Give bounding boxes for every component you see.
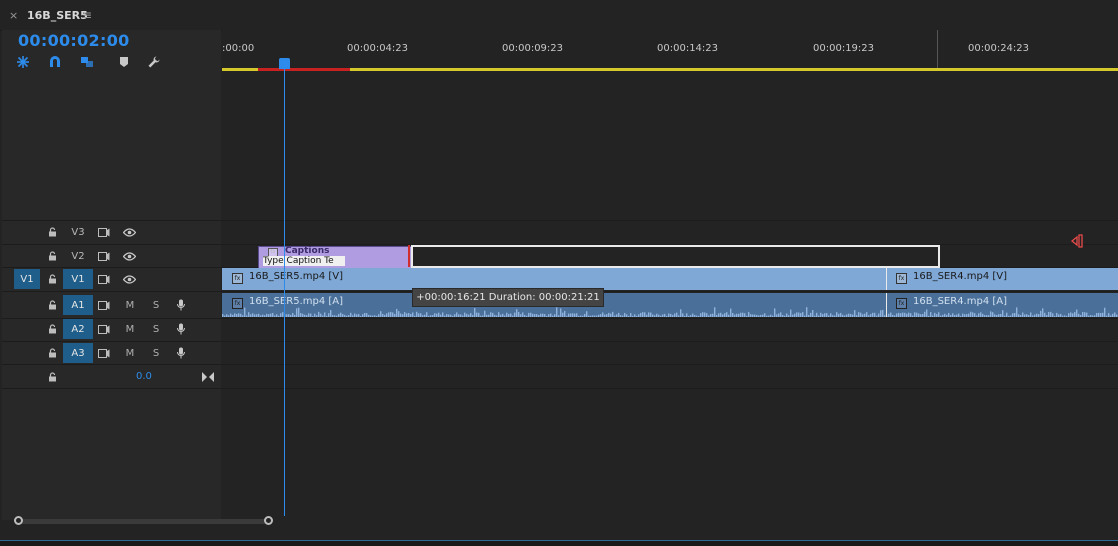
sync-lock-icon[interactable] — [96, 248, 112, 264]
lock-icon[interactable] — [46, 321, 58, 337]
track-header-v3: V3 — [2, 221, 221, 243]
close-icon[interactable]: × — [9, 9, 18, 22]
solo-button[interactable]: S — [149, 297, 163, 313]
video-clip-2[interactable]: fx 16B_SER4.mp4 [V] — [896, 271, 1007, 284]
fx-badge-icon: fx — [232, 273, 243, 284]
fx-badge-icon: fx — [896, 273, 907, 284]
mute-button[interactable]: M — [123, 345, 137, 361]
sync-lock-icon[interactable] — [96, 224, 112, 240]
wrench-settings-icon[interactable] — [145, 53, 163, 71]
eye-icon[interactable] — [121, 248, 137, 264]
track-header-a2: A2 M S — [2, 318, 221, 340]
track-header-master — [2, 366, 221, 388]
zoom-scrollbar-left-handle[interactable] — [14, 516, 23, 525]
zoom-scrollbar-right-handle[interactable] — [264, 516, 273, 525]
video-clip-1[interactable]: fx 16B_SER5.mp4 [V] — [232, 271, 343, 284]
lock-icon[interactable] — [46, 297, 58, 313]
trim-tooltip: +00:00:16:21 Duration: 00:00:21:21 — [412, 288, 604, 307]
track-target-v3[interactable]: V3 — [63, 222, 93, 242]
ruler-tick-label: 00:00:14:23 — [657, 43, 719, 54]
caption-text[interactable]: Type Caption Te — [263, 256, 345, 266]
lock-icon[interactable] — [46, 248, 58, 264]
trim-preview-outline — [411, 245, 940, 268]
solo-button[interactable]: S — [149, 321, 163, 337]
sequence-tab-title[interactable]: 16B_SER5 — [27, 9, 88, 22]
panel-menu-icon[interactable]: ≡ — [82, 8, 92, 22]
mute-button[interactable]: M — [123, 297, 137, 313]
lock-icon[interactable] — [46, 369, 58, 385]
playhead-handle[interactable] — [279, 58, 290, 69]
solo-button[interactable]: S — [149, 345, 163, 361]
zoom-scrollbar[interactable] — [18, 519, 270, 524]
track-header-v2: V2 — [2, 245, 221, 267]
master-volume-value[interactable]: 0.0 — [136, 371, 152, 382]
microphone-icon[interactable] — [174, 321, 188, 337]
ripple-trim-cursor-icon — [1070, 234, 1083, 248]
add-marker-icon[interactable] — [115, 53, 133, 71]
clip-edit-point[interactable] — [886, 293, 887, 317]
sync-lock-icon[interactable] — [96, 297, 112, 313]
fx-badge-icon: fx — [232, 298, 243, 309]
audio-clip-track: fx 16B_SER5.mp4 [A] fx 16B_SER4.mp4 [A] — [222, 293, 1118, 317]
go-to-end-icon[interactable] — [200, 369, 216, 385]
panel-bottom-border — [0, 540, 1118, 546]
audio-clip-2[interactable]: fx 16B_SER4.mp4 [A] — [896, 296, 1007, 309]
microphone-icon[interactable] — [174, 345, 188, 361]
eye-icon[interactable] — [121, 271, 137, 287]
ruler-tick-label: 00:00:04:23 — [347, 43, 409, 54]
sync-lock-icon[interactable] — [96, 271, 112, 287]
fx-badge-icon: fx — [896, 298, 907, 309]
track-divider — [2, 388, 1118, 389]
time-ruler[interactable]: :00:00 00:00:04:23 00:00:09:23 00:00:14:… — [222, 30, 1118, 72]
sequence-tab-bar: × 16B_SER5 ≡ — [0, 0, 1118, 31]
track-target-a3[interactable]: A3 — [63, 343, 93, 363]
ruler-end-marker — [937, 30, 938, 70]
video-clip-track: fx 16B_SER5.mp4 [V] fx 16B_SER4.mp4 [V] — [222, 268, 1118, 290]
track-header-v1: V1 V1 — [2, 268, 221, 290]
in-out-range-bar[interactable] — [258, 68, 350, 71]
ruler-tick-label: 00:00:09:23 — [502, 43, 564, 54]
track-target-a2[interactable]: A2 — [63, 319, 93, 339]
work-area-bar[interactable] — [222, 68, 1118, 71]
track-target-v2[interactable]: V2 — [63, 246, 93, 266]
track-divider — [2, 364, 1118, 365]
sync-lock-icon[interactable] — [96, 345, 112, 361]
ruler-tick-label: :00:00 — [222, 43, 255, 54]
lock-icon[interactable] — [46, 271, 58, 287]
lock-icon[interactable] — [46, 345, 58, 361]
mute-button[interactable]: M — [123, 321, 137, 337]
ruler-tick-label: 00:00:24:23 — [968, 43, 1030, 54]
sync-lock-icon[interactable] — [96, 321, 112, 337]
source-patch-v1[interactable]: V1 — [14, 269, 40, 289]
microphone-icon[interactable] — [174, 297, 188, 313]
track-header-a3: A3 M S — [2, 342, 221, 364]
track-target-a1[interactable]: A1 — [63, 295, 93, 315]
track-header-a1: A1 M S — [2, 294, 221, 316]
lock-icon[interactable] — [46, 224, 58, 240]
audio-clip-1[interactable]: fx 16B_SER5.mp4 [A] — [232, 296, 343, 309]
caption-trim-edge[interactable] — [408, 245, 410, 267]
timeline-panel: × 16B_SER5 ≡ 00:00:02:00 :00:00 00:00:04… — [0, 0, 1118, 546]
eye-icon[interactable] — [121, 224, 137, 240]
playhead-line[interactable] — [284, 66, 285, 516]
linked-selection-icon[interactable] — [78, 53, 96, 71]
track-target-v1[interactable]: V1 — [63, 269, 93, 289]
playhead-timecode[interactable]: 00:00:02:00 — [18, 31, 130, 50]
ruler-tick-label: 00:00:19:23 — [813, 43, 875, 54]
caption-clip-title: Captions — [285, 246, 330, 256]
nest-sequence-icon[interactable] — [14, 53, 32, 71]
caption-clip[interactable]: fx Captions Type Caption Te — [258, 246, 412, 269]
snap-magnet-icon[interactable] — [46, 53, 64, 71]
clip-edit-point[interactable] — [886, 268, 887, 290]
